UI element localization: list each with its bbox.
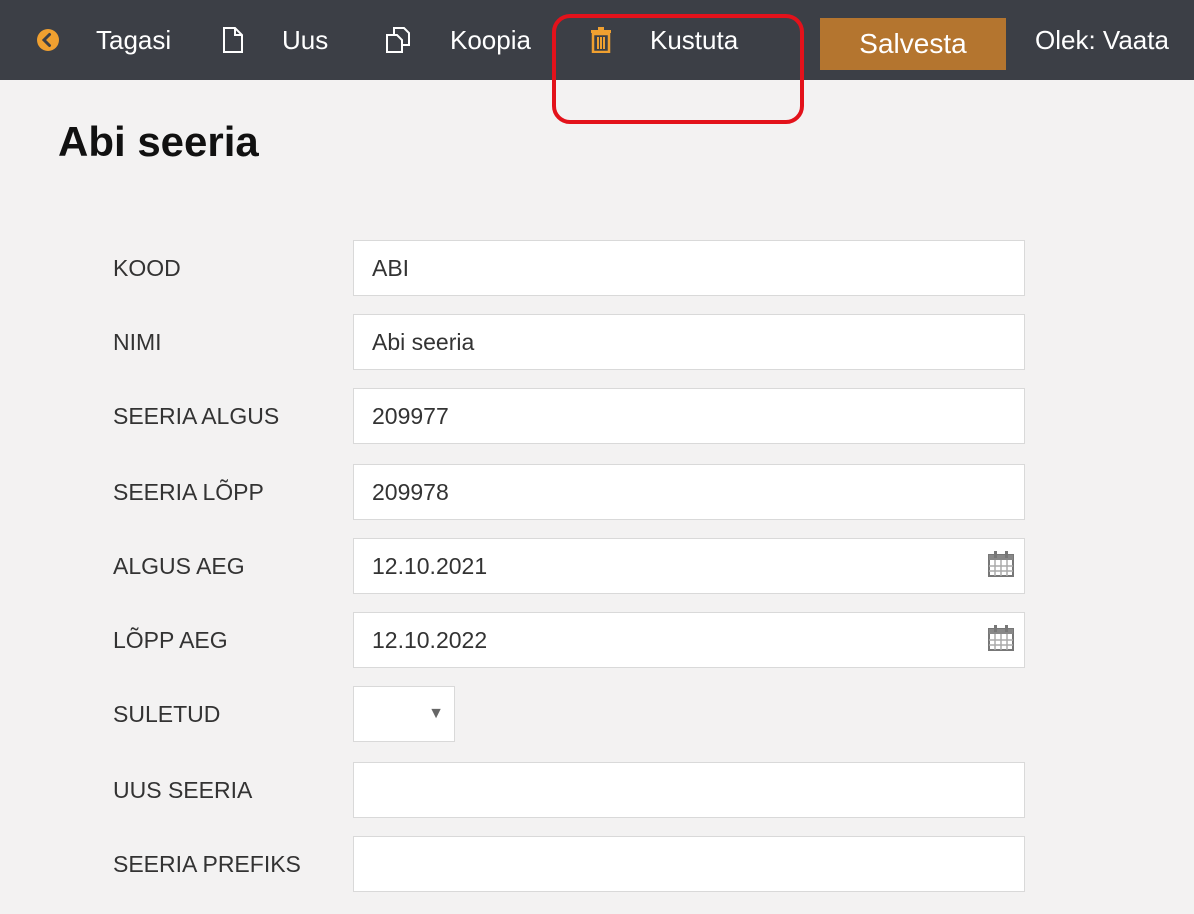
seeria-lopp-label: SEERIA LÕPP (113, 478, 264, 505)
seeria-algus-label: SEERIA ALGUS (113, 402, 280, 429)
seeria-prefiks-input[interactable] (353, 836, 1025, 892)
lopp-aeg-input[interactable]: 12.10.2022 (353, 612, 1025, 668)
nimi-input[interactable]: Abi seeria (353, 314, 1025, 370)
trash-icon (591, 27, 611, 53)
seeria-algus-input[interactable]: 209977 (353, 388, 1025, 444)
seeria-lopp-input[interactable]: 209978 (353, 464, 1025, 520)
row-uus-seeria: UUS SEERIA (0, 762, 1194, 818)
page-title: Abi seeria (58, 118, 259, 165)
delete-label: Kustuta (650, 24, 739, 55)
uus-seeria-label: UUS SEERIA (113, 776, 253, 803)
algus-aeg-value: 12.10.2021 (372, 552, 488, 579)
seeria-prefiks-label: SEERIA PREFIKS (113, 850, 301, 877)
algus-aeg-label: ALGUS AEG (113, 552, 245, 579)
row-suletud: SULETUD ▼ (0, 686, 1194, 742)
row-lopp-aeg: LÕPP AEG 12.10.2022 (0, 612, 1194, 668)
row-nimi: NIMI Abi seeria (0, 314, 1194, 370)
copy-button[interactable]: Koopia (384, 0, 531, 80)
document-icon (223, 27, 243, 53)
chevron-down-icon: ▼ (428, 705, 444, 722)
suletud-select[interactable]: ▼ (353, 686, 455, 742)
save-button[interactable]: Salvesta (820, 18, 1006, 70)
suletud-label: SULETUD (113, 700, 221, 727)
copy-label: Koopia (450, 24, 531, 55)
calendar-icon[interactable] (988, 551, 1014, 577)
row-seeria-algus: SEERIA ALGUS 209977 (0, 388, 1194, 444)
algus-aeg-input[interactable]: 12.10.2021 (353, 538, 1025, 594)
row-seeria-lopp: SEERIA LÕPP 209978 (0, 464, 1194, 520)
toolbar: Tagasi Uus Koopia Kustuta Salvesta Olek:… (0, 0, 1194, 80)
row-kood: KOOD ABI (0, 240, 1194, 296)
copy-icon (386, 27, 410, 53)
uus-seeria-input[interactable] (353, 762, 1025, 818)
row-algus-aeg: ALGUS AEG 12.10.2021 (0, 538, 1194, 594)
lopp-aeg-label: LÕPP AEG (113, 626, 228, 653)
back-label: Tagasi (96, 24, 172, 55)
delete-button[interactable]: Kustuta (590, 0, 738, 80)
kood-input[interactable]: ABI (353, 240, 1025, 296)
calendar-icon[interactable] (988, 625, 1014, 651)
nimi-label: NIMI (113, 328, 162, 355)
back-arrow-icon (37, 29, 59, 51)
row-seeria-prefiks: SEERIA PREFIKS (0, 836, 1194, 892)
kood-label: KOOD (113, 254, 181, 281)
lopp-aeg-value: 12.10.2022 (372, 626, 488, 653)
status-text: Olek: Vaata (1035, 24, 1169, 55)
new-label: Uus (282, 24, 329, 55)
new-button[interactable]: Uus (222, 0, 328, 80)
back-button[interactable]: Tagasi (36, 0, 171, 80)
